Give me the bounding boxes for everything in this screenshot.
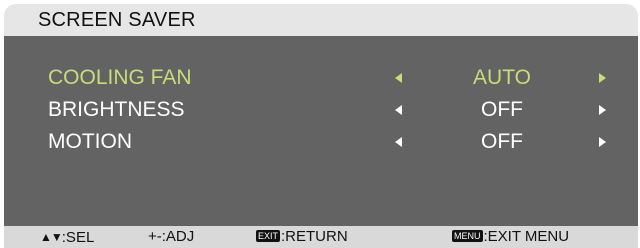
osd-menu: SCREEN SAVER COOLING FAN AUTO BRIGHTNESS… bbox=[4, 4, 638, 248]
setting-row-brightness[interactable]: BRIGHTNESS OFF bbox=[4, 96, 638, 124]
right-arrow-icon[interactable] bbox=[599, 73, 606, 83]
settings-panel: COOLING FAN AUTO BRIGHTNESS OFF MOTION O… bbox=[4, 36, 638, 226]
menu-header: SCREEN SAVER bbox=[4, 4, 638, 36]
menu-title: SCREEN SAVER bbox=[38, 9, 196, 31]
hint-exit-menu-label: :EXIT MENU bbox=[483, 228, 570, 245]
setting-label: MOTION bbox=[48, 130, 132, 153]
hint-select: ▲▼:SEL bbox=[40, 228, 94, 246]
setting-label: COOLING FAN bbox=[48, 66, 192, 89]
hint-adjust: +-:ADJ bbox=[148, 228, 195, 245]
setting-row-motion[interactable]: MOTION OFF bbox=[4, 128, 638, 156]
setting-row-cooling-fan[interactable]: COOLING FAN AUTO bbox=[4, 64, 638, 92]
right-arrow-icon[interactable] bbox=[599, 137, 606, 147]
hint-return: EXIT:RETURN bbox=[256, 228, 348, 246]
left-arrow-icon[interactable] bbox=[395, 73, 402, 83]
hint-return-label: :RETURN bbox=[281, 228, 348, 245]
key-hint-bar: ▲▼:SEL +-:ADJ EXIT:RETURN MENU:EXIT MENU bbox=[4, 226, 638, 248]
right-arrow-icon[interactable] bbox=[599, 105, 606, 115]
setting-value: OFF bbox=[481, 130, 523, 153]
setting-value: AUTO bbox=[473, 66, 531, 89]
hint-exit-menu: MENU:EXIT MENU bbox=[452, 228, 569, 246]
hint-select-label: :SEL bbox=[61, 229, 95, 246]
setting-value: OFF bbox=[481, 98, 523, 121]
up-down-arrows-icon: ▲▼ bbox=[40, 230, 63, 244]
left-arrow-icon[interactable] bbox=[395, 105, 402, 115]
exit-key-icon: EXIT bbox=[256, 230, 281, 242]
menu-key-icon: MENU bbox=[452, 230, 483, 242]
setting-label: BRIGHTNESS bbox=[48, 98, 185, 121]
left-arrow-icon[interactable] bbox=[395, 137, 402, 147]
